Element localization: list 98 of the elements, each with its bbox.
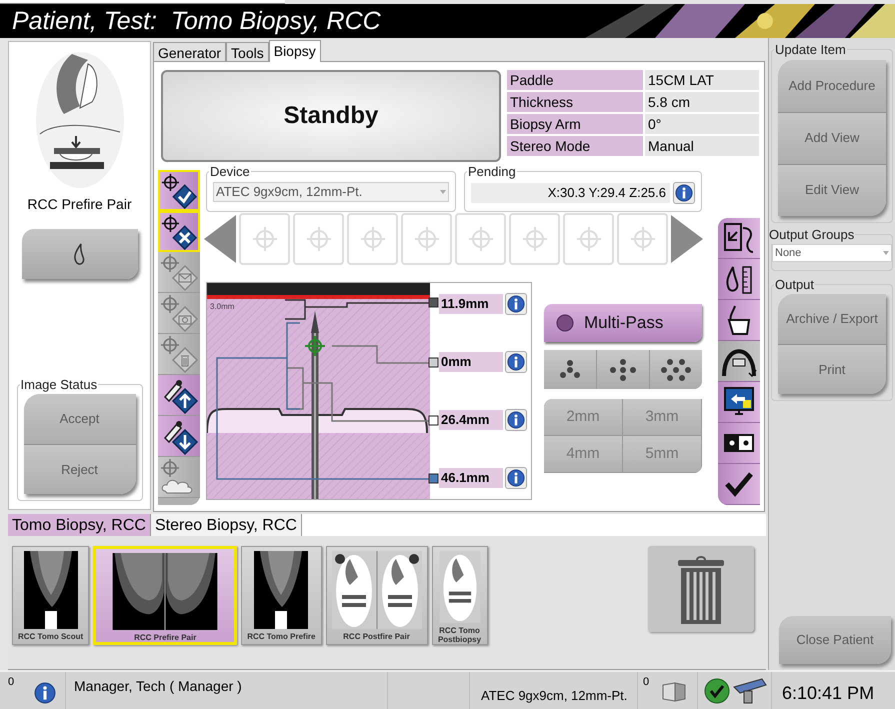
- pattern-button[interactable]: [544, 350, 596, 389]
- thumbnail-button[interactable]: RCC Tomo Prefire: [241, 546, 322, 645]
- info-button[interactable]: [505, 409, 527, 431]
- info-value: 15CM LAT: [645, 70, 759, 90]
- info-label: Biopsy Arm: [507, 114, 643, 134]
- view-label: RCC Prefire Pair: [27, 195, 132, 214]
- measurement-value: 26.4mm: [439, 410, 503, 430]
- alert-count: 0: [7, 675, 14, 690]
- tab[interactable]: Generator: [153, 42, 226, 61]
- clock: 6:10:41 PM: [781, 682, 876, 705]
- info-button[interactable]: [505, 467, 527, 489]
- window-title: Patient, Test: Tomo Biopsy, RCC: [11, 8, 381, 34]
- thumbnail-label: RCC Postfire Pair: [343, 632, 410, 641]
- device-name: ATEC 9gx9cm, 12mm-Pt.: [470, 672, 638, 709]
- view-tool-button[interactable]: [718, 423, 760, 464]
- action-button[interactable]: Archive / Export: [778, 294, 886, 344]
- close-patient-button[interactable]: Close Patient: [779, 616, 891, 664]
- crosshair-envelope-icon: [159, 252, 199, 292]
- crosshair-icon: [414, 226, 440, 252]
- info-value: 0°: [645, 114, 759, 134]
- needle-position-diagram: 3.0mm: [207, 283, 439, 499]
- user-name: Manager, Tech ( Manager ): [66, 672, 388, 709]
- action-button[interactable]: Print: [778, 344, 886, 394]
- indicator-icon: [556, 314, 574, 332]
- group-label: Output: [774, 276, 816, 294]
- trash-icon: [678, 554, 724, 624]
- info-label: Paddle: [507, 70, 643, 90]
- thumbnail-button[interactable]: RCC Tomo Scout: [12, 546, 90, 645]
- action-button[interactable]: Reject: [24, 444, 136, 494]
- status-display: Standby: [161, 70, 501, 162]
- target-tool-button[interactable]: [158, 375, 200, 416]
- right-arrow-icon[interactable]: [671, 215, 703, 263]
- info-button[interactable]: [673, 182, 695, 204]
- thumbnail-label: RCC Tomo Postbiopsy: [438, 626, 482, 644]
- view-tool-button[interactable]: [718, 300, 760, 341]
- multi-pass-button[interactable]: Multi-Pass: [544, 304, 702, 342]
- thumbnail-button[interactable]: RCC Postfire Pair: [326, 546, 428, 645]
- procedure-tab[interactable]: Stereo Biopsy, RCC: [150, 514, 302, 536]
- group-label: Image Status: [20, 376, 98, 394]
- pattern-button[interactable]: [596, 350, 649, 389]
- crosshair-camera-icon: [159, 293, 199, 333]
- tab[interactable]: Biopsy: [268, 40, 321, 62]
- film-icon: [661, 681, 688, 703]
- group-label: Pending: [467, 163, 517, 181]
- crosshair-trash-icon: [159, 334, 199, 374]
- info-icon: [675, 184, 693, 202]
- crosshair-icon: [360, 226, 386, 252]
- crosshair-icon: [630, 226, 656, 252]
- info-value: 5.8 cm: [645, 92, 759, 112]
- drop-icon: [72, 242, 86, 266]
- pending-coordinates: X:30.3 Y:29.4 Z:25.6: [471, 182, 670, 202]
- delete-button[interactable]: [648, 546, 754, 632]
- device-dropdown[interactable]: ATEC 9gx9cm, 12mm-Pt.: [213, 182, 449, 202]
- info-label: Stereo Mode: [507, 136, 643, 156]
- measurement-value: 11.9mm: [439, 294, 503, 314]
- target-tool-button[interactable]: [158, 416, 200, 457]
- view-tool-button[interactable]: [718, 218, 760, 259]
- info-value: Manual: [645, 136, 759, 156]
- output-groups-dropdown[interactable]: None: [772, 244, 892, 262]
- thumbnail-label: RCC Tomo Prefire: [247, 632, 316, 641]
- crosshair-icon: [306, 226, 332, 252]
- view-tool-button[interactable]: [718, 464, 760, 505]
- dropdown-caret-icon: [883, 251, 889, 255]
- group-label: Update Item: [774, 41, 847, 59]
- measurement-value: 0mm: [439, 352, 503, 372]
- measurement-value: 46.1mm: [439, 468, 503, 488]
- thumbnail-button[interactable]: RCC Tomo Postbiopsy: [432, 546, 488, 645]
- info-icon: [507, 353, 525, 371]
- action-button[interactable]: Add Procedure: [778, 60, 886, 112]
- action-button[interactable]: Accept: [24, 394, 136, 444]
- gantry-icon: [732, 676, 768, 704]
- info-label: Thickness: [507, 92, 643, 112]
- group-label: Device: [209, 163, 251, 181]
- info-button[interactable]: [505, 293, 527, 315]
- crosshair-icon: [468, 226, 494, 252]
- crosshair-icon: [252, 226, 278, 252]
- crosshair-icon: [522, 226, 548, 252]
- procedure-tab[interactable]: Tomo Biopsy, RCC: [8, 514, 151, 536]
- view-tool-button[interactable]: [718, 382, 760, 423]
- pattern-button[interactable]: [649, 350, 702, 389]
- queue-count: 0: [642, 675, 650, 690]
- info-icon: [34, 682, 56, 704]
- thumbnail-label: RCC Prefire Pair: [134, 633, 196, 642]
- crosshair-icon: [576, 226, 602, 252]
- info-icon: [507, 411, 525, 429]
- thumbnail-button[interactable]: RCC Prefire Pair: [93, 546, 238, 645]
- view-tool-button[interactable]: [718, 259, 760, 300]
- check-circle-icon: [704, 678, 730, 704]
- thumbnail-label: RCC Tomo Scout: [18, 632, 84, 641]
- view-tool-button[interactable]: [718, 341, 760, 382]
- action-button[interactable]: Add View: [778, 112, 886, 164]
- info-icon: [507, 295, 525, 313]
- action-button[interactable]: Edit View: [778, 164, 886, 216]
- info-icon: [507, 469, 525, 487]
- tab[interactable]: Tools: [226, 42, 269, 61]
- info-button[interactable]: [505, 351, 527, 373]
- group-label: Output Groups: [768, 226, 856, 244]
- dropdown-caret-icon: [440, 190, 446, 194]
